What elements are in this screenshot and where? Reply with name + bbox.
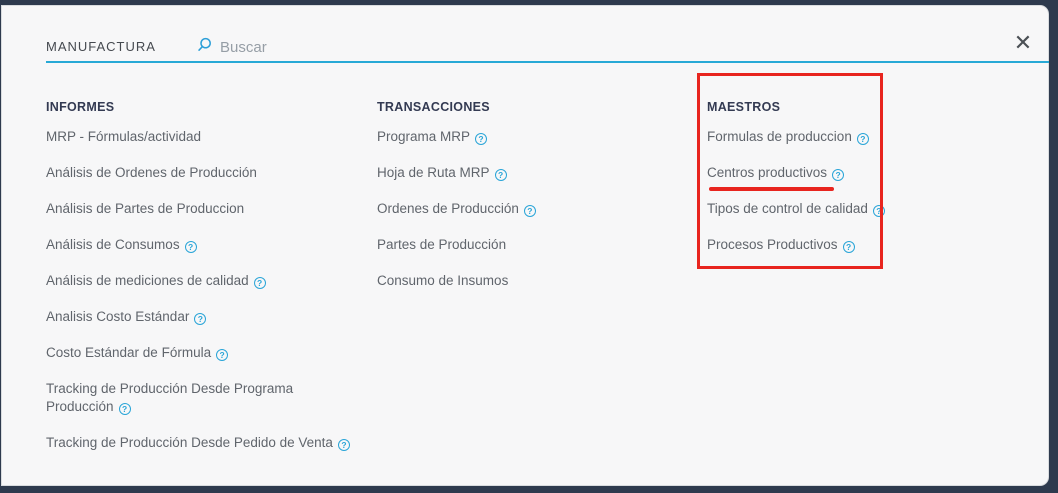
menu-item-label: Tipos de control de calidad (707, 201, 868, 216)
menu-item[interactable]: Formulas de produccion? (707, 128, 917, 146)
menu-list-maestros: Formulas de produccion? Centros productiv… (707, 128, 917, 254)
menu-list-transacciones: Programa MRP? Hoja de Ruta MRP? Ordenes de… (377, 128, 677, 290)
help-icon[interactable]: ? (842, 241, 855, 253)
menu-item[interactable]: Tipos de control de calidad? (707, 200, 917, 218)
menu-item[interactable]: Análisis de Ordenes de Producción (46, 164, 368, 182)
menu-item-label: Costo Estándar de Fórmula (46, 345, 212, 360)
menu-item[interactable]: MRP - Fórmulas/actividad (46, 128, 368, 146)
page-title: MANUFACTURA (46, 39, 156, 54)
column-header-transacciones: TRANSACCIONES (377, 100, 490, 114)
menu-item[interactable]: Analisis Costo Estándar? (46, 308, 368, 326)
menu-item[interactable]: Tracking de Producción Desde Pedido de V… (46, 434, 368, 452)
menu-item-label: Análisis de Consumos (46, 237, 180, 252)
help-icon[interactable]: ? (475, 133, 488, 145)
menu-item-label: Hoja de Ruta MRP (377, 165, 490, 180)
help-icon[interactable]: ? (832, 169, 845, 181)
menu-item[interactable]: Análisis de Consumos? (46, 236, 368, 254)
menu-item[interactable]: Consumo de Insumos (377, 272, 677, 290)
help-icon[interactable]: ? (856, 133, 869, 145)
help-icon[interactable]: ? (337, 439, 350, 451)
help-icon[interactable]: ? (194, 313, 207, 325)
menu-item-label: Análisis de Partes de Produccion (46, 201, 245, 216)
help-icon[interactable]: ? (872, 205, 885, 217)
menu-item-label: Centros productivos (707, 165, 828, 180)
column-header-maestros: MAESTROS (707, 100, 781, 114)
menu-item[interactable]: Programa MRP? (377, 128, 677, 146)
help-icon[interactable]: ? (184, 241, 197, 253)
help-icon[interactable]: ? (253, 277, 266, 289)
close-icon[interactable]: ✕ (1008, 28, 1038, 58)
menu-item-label: Análisis de Ordenes de Producción (46, 165, 257, 180)
menu-item-label: Formulas de produccion (707, 129, 852, 144)
header-underline (46, 61, 1049, 63)
menu-item[interactable]: Hoja de Ruta MRP? (377, 164, 677, 182)
column-header-informes: INFORMES (46, 100, 115, 114)
menu-item-label: Tracking de Producción Desde Programa Pr… (46, 381, 294, 414)
menu-item-label: Procesos Productivos (707, 237, 838, 252)
menu-item[interactable]: Costo Estándar de Fórmula? (46, 344, 368, 362)
search-input[interactable] (218, 34, 782, 60)
menu-item[interactable]: Centros productivos? (707, 164, 917, 182)
menu-item-label: MRP - Fórmulas/actividad (46, 129, 202, 144)
menu-item[interactable]: Tracking de Producción Desde Programa Pr… (46, 380, 348, 416)
menu-item-label: Analisis Costo Estándar (46, 309, 190, 324)
menu-column-maestros: MAESTROS Formulas de produccion? Centros … (707, 98, 917, 272)
menu-item-label: Consumo de Insumos (377, 273, 509, 288)
menu-list-informes: MRP - Fórmulas/actividad Análisis de Orde… (46, 128, 368, 452)
menu-item-label: Partes de Producción (377, 237, 507, 252)
search-icon (197, 37, 212, 52)
menu-item-label: Ordenes de Producción (377, 201, 519, 216)
menu-item-label: Análisis de mediciones de calidad (46, 273, 249, 288)
menu-item[interactable]: Análisis de mediciones de calidad? (46, 272, 368, 290)
menu-item-label: Tracking de Producción Desde Pedido de V… (46, 435, 333, 450)
menu-item[interactable]: Ordenes de Producción? (377, 200, 677, 218)
help-icon[interactable]: ? (523, 205, 536, 217)
menu-item[interactable]: Partes de Producción (377, 236, 677, 254)
help-icon[interactable]: ? (216, 349, 229, 361)
help-icon[interactable]: ? (118, 403, 131, 415)
menu-column-informes: INFORMES MRP - Fórmulas/actividad Análisi… (46, 98, 368, 470)
menu-item[interactable]: Análisis de Partes de Produccion (46, 200, 368, 218)
menu-item[interactable]: Procesos Productivos? (707, 236, 917, 254)
help-icon[interactable]: ? (494, 169, 507, 181)
menu-item-label: Programa MRP (377, 129, 471, 144)
menu-column-transacciones: TRANSACCIONES Programa MRP? Hoja de Ruta … (377, 98, 677, 308)
